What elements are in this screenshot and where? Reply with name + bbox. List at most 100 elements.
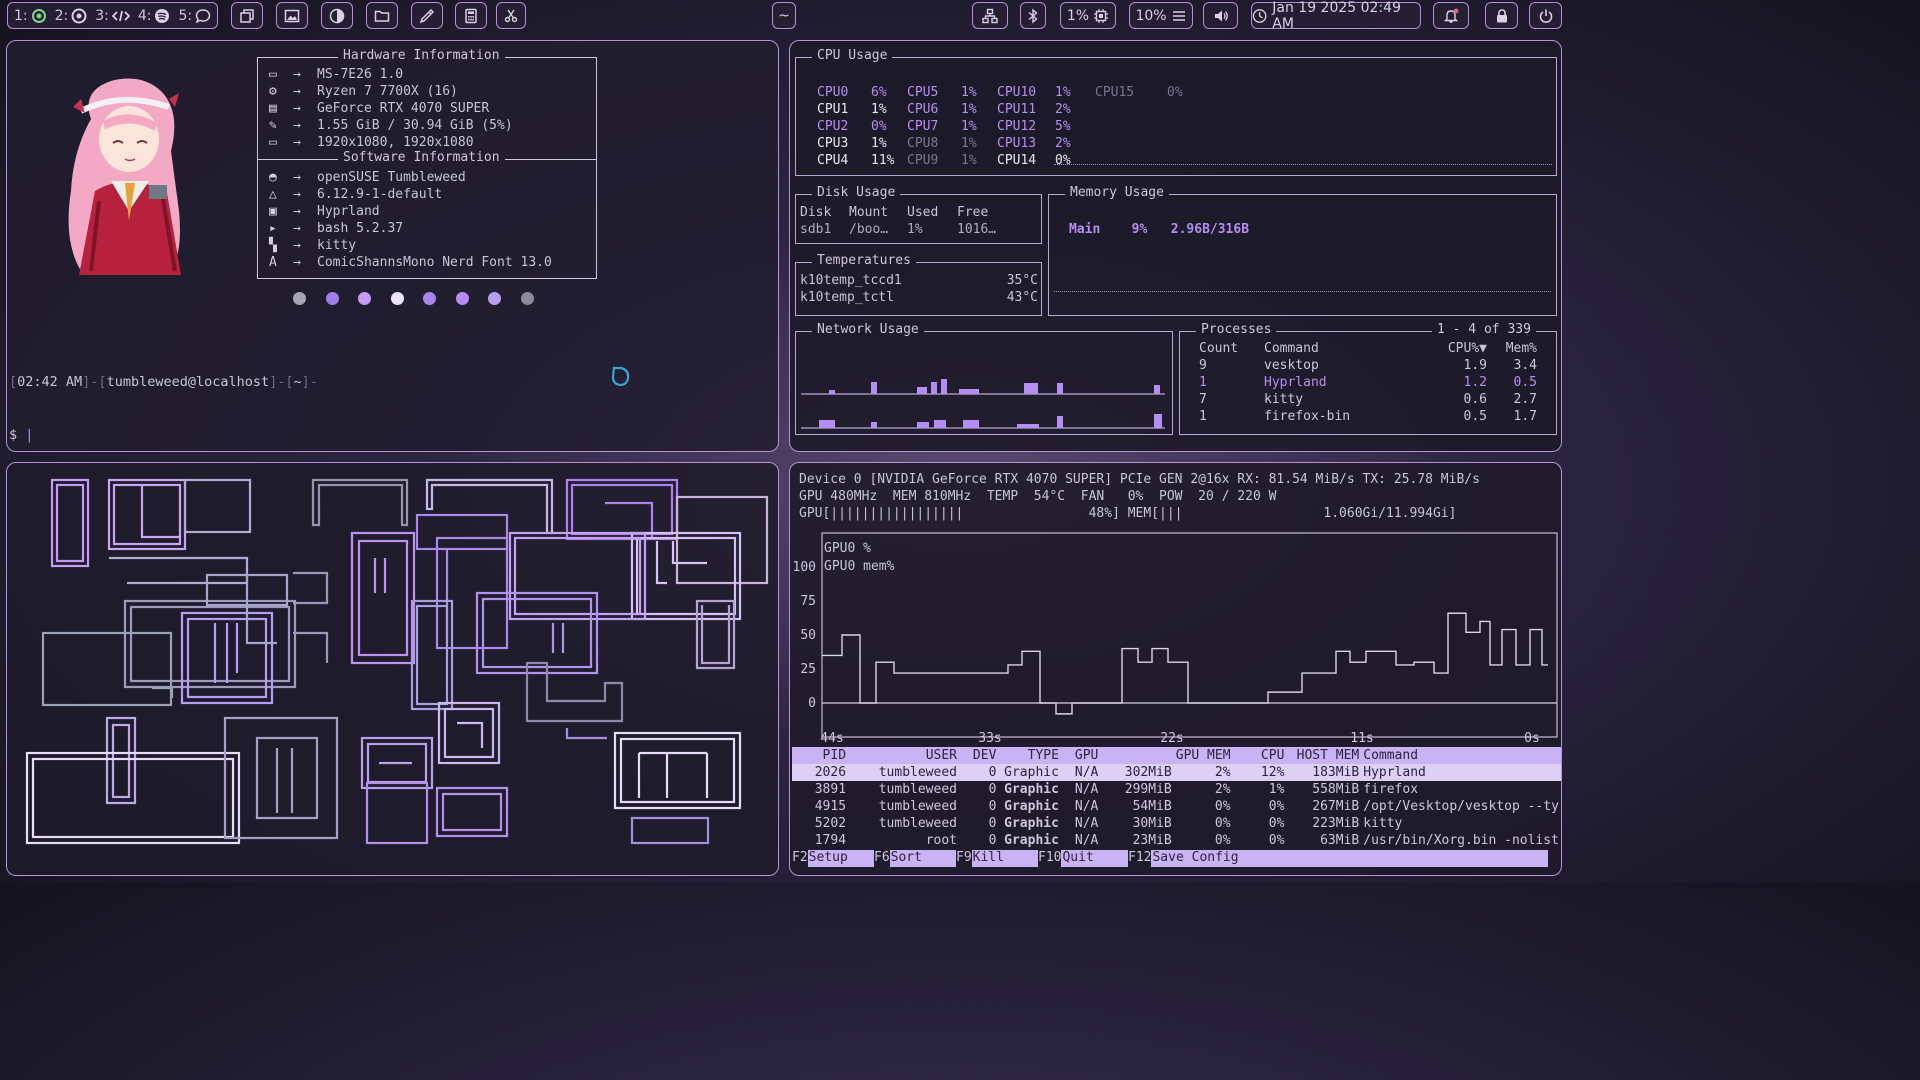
function-key-code: F2 — [792, 850, 808, 865]
cpu-core-cell: CPU10 1% — [997, 84, 1095, 101]
clock-widget[interactable]: Jan 19 2025 02:49 AM — [1251, 0, 1421, 32]
cpu-widget[interactable]: 1% — [1060, 2, 1116, 29]
column-header[interactable]: TYPE — [998, 747, 1061, 764]
column-header[interactable]: GPU MEM — [1174, 747, 1233, 764]
legend-gpu-mem-percent: GPU0 mem% — [824, 559, 895, 574]
column-header[interactable]: CPU — [1233, 747, 1287, 764]
network-icon — [982, 8, 998, 23]
column-header[interactable]: PID — [792, 747, 848, 764]
arrow-icon: → — [293, 169, 301, 185]
process-count: 1 — [1199, 409, 1207, 424]
process-row[interactable]: 1 Hyprland 1.2 0.5 — [1199, 374, 1537, 391]
window-switcher-button[interactable] — [231, 2, 263, 29]
folder-icon — [374, 10, 390, 22]
table-row[interactable]: 5202 tumbleweed 0 Graphic N/A 30MiB 0% 0% 223MiB… — [792, 815, 1561, 832]
btop-window[interactable]: CPU Usage CPU0 6% CPU5 1% CPU10 1% CPU15 0% CPU1… — [789, 40, 1562, 452]
process-cmd: vesktop — [1264, 358, 1319, 373]
memory-widget[interactable]: 10% — [1129, 2, 1193, 29]
clipboard-button[interactable] — [496, 2, 526, 29]
scratchpad-button[interactable]: ~ — [772, 2, 796, 29]
power-button[interactable] — [1529, 2, 1562, 29]
process-count: 1 — [1199, 375, 1207, 390]
hardware-line: ▭ → MS-7E26 1.0 — [269, 66, 552, 83]
column-header[interactable] — [1100, 747, 1173, 764]
process-row[interactable]: 1 firefox-bin 0.5 1.7 — [1199, 408, 1537, 425]
function-key-sort[interactable]: F6 Sort — [874, 850, 956, 867]
fetch-terminal-window[interactable]: Hardware Information Software Informatio… — [6, 40, 779, 452]
function-key-kill[interactable]: F9 Kill — [956, 850, 1038, 867]
gpu-usage-chart: 100 75 50 25 0 44s 33s 22s 11s 0s — [793, 532, 1558, 746]
column-header[interactable]: USER — [848, 747, 959, 764]
hardware-value: 1.55 GiB / 30.94 GiB (5%) — [317, 118, 513, 134]
table-cell: N/A — [1074, 833, 1099, 848]
gpu-usage-bar-line: GPU[||||||||||||||||| 48%] MEM[||| 1.060… — [799, 506, 1457, 521]
function-key-save-config[interactable]: F12 Save Config — [1128, 850, 1548, 867]
nvtop-window[interactable]: Device 0 [NVIDIA GeForce RTX 4070 SUPER]… — [789, 462, 1562, 876]
network-button[interactable] — [972, 2, 1008, 29]
software-value: 6.12.9-1-default — [317, 186, 443, 202]
workspace-1[interactable]: 1: — [14, 8, 47, 24]
bluetooth-button[interactable] — [1020, 2, 1046, 29]
cpu-core-cell: CPU0 6% — [817, 84, 907, 101]
gpu-percent-series — [822, 612, 1548, 715]
color-picker-button[interactable] — [411, 2, 443, 29]
notifications-button[interactable] — [1433, 2, 1469, 29]
y-tick-label: 50 — [800, 628, 816, 643]
table-cell: 0 — [988, 799, 997, 814]
disk-table: Disk Mount Used Free sdb1/boo… 1% 1016… — [800, 205, 997, 237]
table-row[interactable]: 1794 root 0 Graphic N/A 23MiB 0% 0% 63MiB/usr/bi… — [792, 832, 1561, 849]
lock-button[interactable] — [1485, 2, 1518, 29]
table-cell: 63MiB — [1320, 833, 1360, 848]
prompt-user: tumbleweed — [106, 374, 188, 390]
cpu-core-name: CPU6 — [907, 102, 939, 118]
bell-icon — [1443, 8, 1459, 23]
wallpaper-button[interactable] — [276, 2, 308, 29]
cpu-core-cell: CPU9 1% — [907, 152, 997, 169]
column-header[interactable]: HOST MEM — [1286, 747, 1361, 764]
column-header[interactable]: DEV — [959, 747, 998, 764]
function-key-label: Kill — [971, 850, 1038, 867]
prompt-time: 02:42 AM — [17, 374, 83, 390]
palette-dot — [325, 292, 339, 305]
column-header[interactable]: GPU — [1061, 747, 1100, 764]
process-row[interactable]: 7 kitty 0.6 2.7 — [1199, 391, 1537, 408]
memory-icon: ✎ — [269, 118, 277, 134]
shell-prompt[interactable]: [02:42 AM]-[tumbleweed@localhost]-[~]- $… — [9, 339, 318, 451]
calculator-button[interactable] — [455, 2, 487, 29]
process-mem: 1.7 — [1513, 409, 1537, 424]
arrow-icon: → — [293, 135, 301, 151]
network-usage-title: Network Usage — [812, 322, 924, 337]
y-tick-label: 75 — [800, 594, 816, 609]
workspace-4[interactable]: 4: — [138, 8, 171, 24]
table-row[interactable]: 2026 tumbleweed 0 Graphic N/A 302MiB 2% 12% 183M… — [792, 764, 1561, 781]
process-row[interactable]: 9 vesktop 1.9 3.4 — [1199, 357, 1537, 374]
workspace-2[interactable]: 2: — [55, 8, 88, 24]
table-cell: root — [925, 833, 957, 848]
table-row[interactable]: 3891 tumbleweed 0 Graphic N/A 299MiB 2% 1% 558Mi… — [792, 781, 1561, 798]
workspace-3[interactable]: 3: — [95, 8, 130, 24]
process-cpu: 1.2 — [1463, 375, 1487, 390]
workspace-5[interactable]: 5: — [178, 8, 211, 24]
function-key-quit[interactable]: F10 Quit — [1038, 850, 1128, 867]
process-cmd: kitty — [1264, 392, 1304, 407]
table-cell: tumbleweed — [878, 799, 957, 814]
files-button[interactable] — [366, 2, 398, 29]
function-key-code: F9 — [956, 850, 972, 865]
windows-stack-icon — [240, 8, 254, 23]
terminal-icon: ▸ — [269, 220, 277, 236]
table-cell: 183MiB — [1312, 765, 1360, 780]
table-cell: 0 — [988, 833, 997, 848]
pipes-screensaver-window[interactable] — [6, 462, 779, 876]
hardware-value: MS-7E26 1.0 — [317, 67, 404, 82]
table-row[interactable]: 4915 tumbleweed 0 Graphic N/A 54MiB 0% 0% 267MiB… — [792, 798, 1561, 815]
temperatures-title: Temperatures — [812, 253, 916, 268]
theme-button[interactable] — [321, 2, 353, 29]
fetch-info-lines: ▭ → MS-7E26 1.0 ⚙ → Ryzen 7 7700X (16) ▤ → GeFor… — [269, 66, 552, 271]
software-value: bash 5.2.37 — [317, 220, 404, 236]
function-key-setup[interactable]: F2 Setup — [792, 850, 874, 867]
volume-button[interactable] — [1203, 2, 1238, 29]
table-cell: Graphic — [1004, 799, 1059, 814]
software-line: A → ComicShannsMono Nerd Font 13.0 — [269, 254, 552, 271]
power-icon — [1539, 9, 1552, 23]
column-header[interactable]: Command — [1361, 747, 1561, 764]
